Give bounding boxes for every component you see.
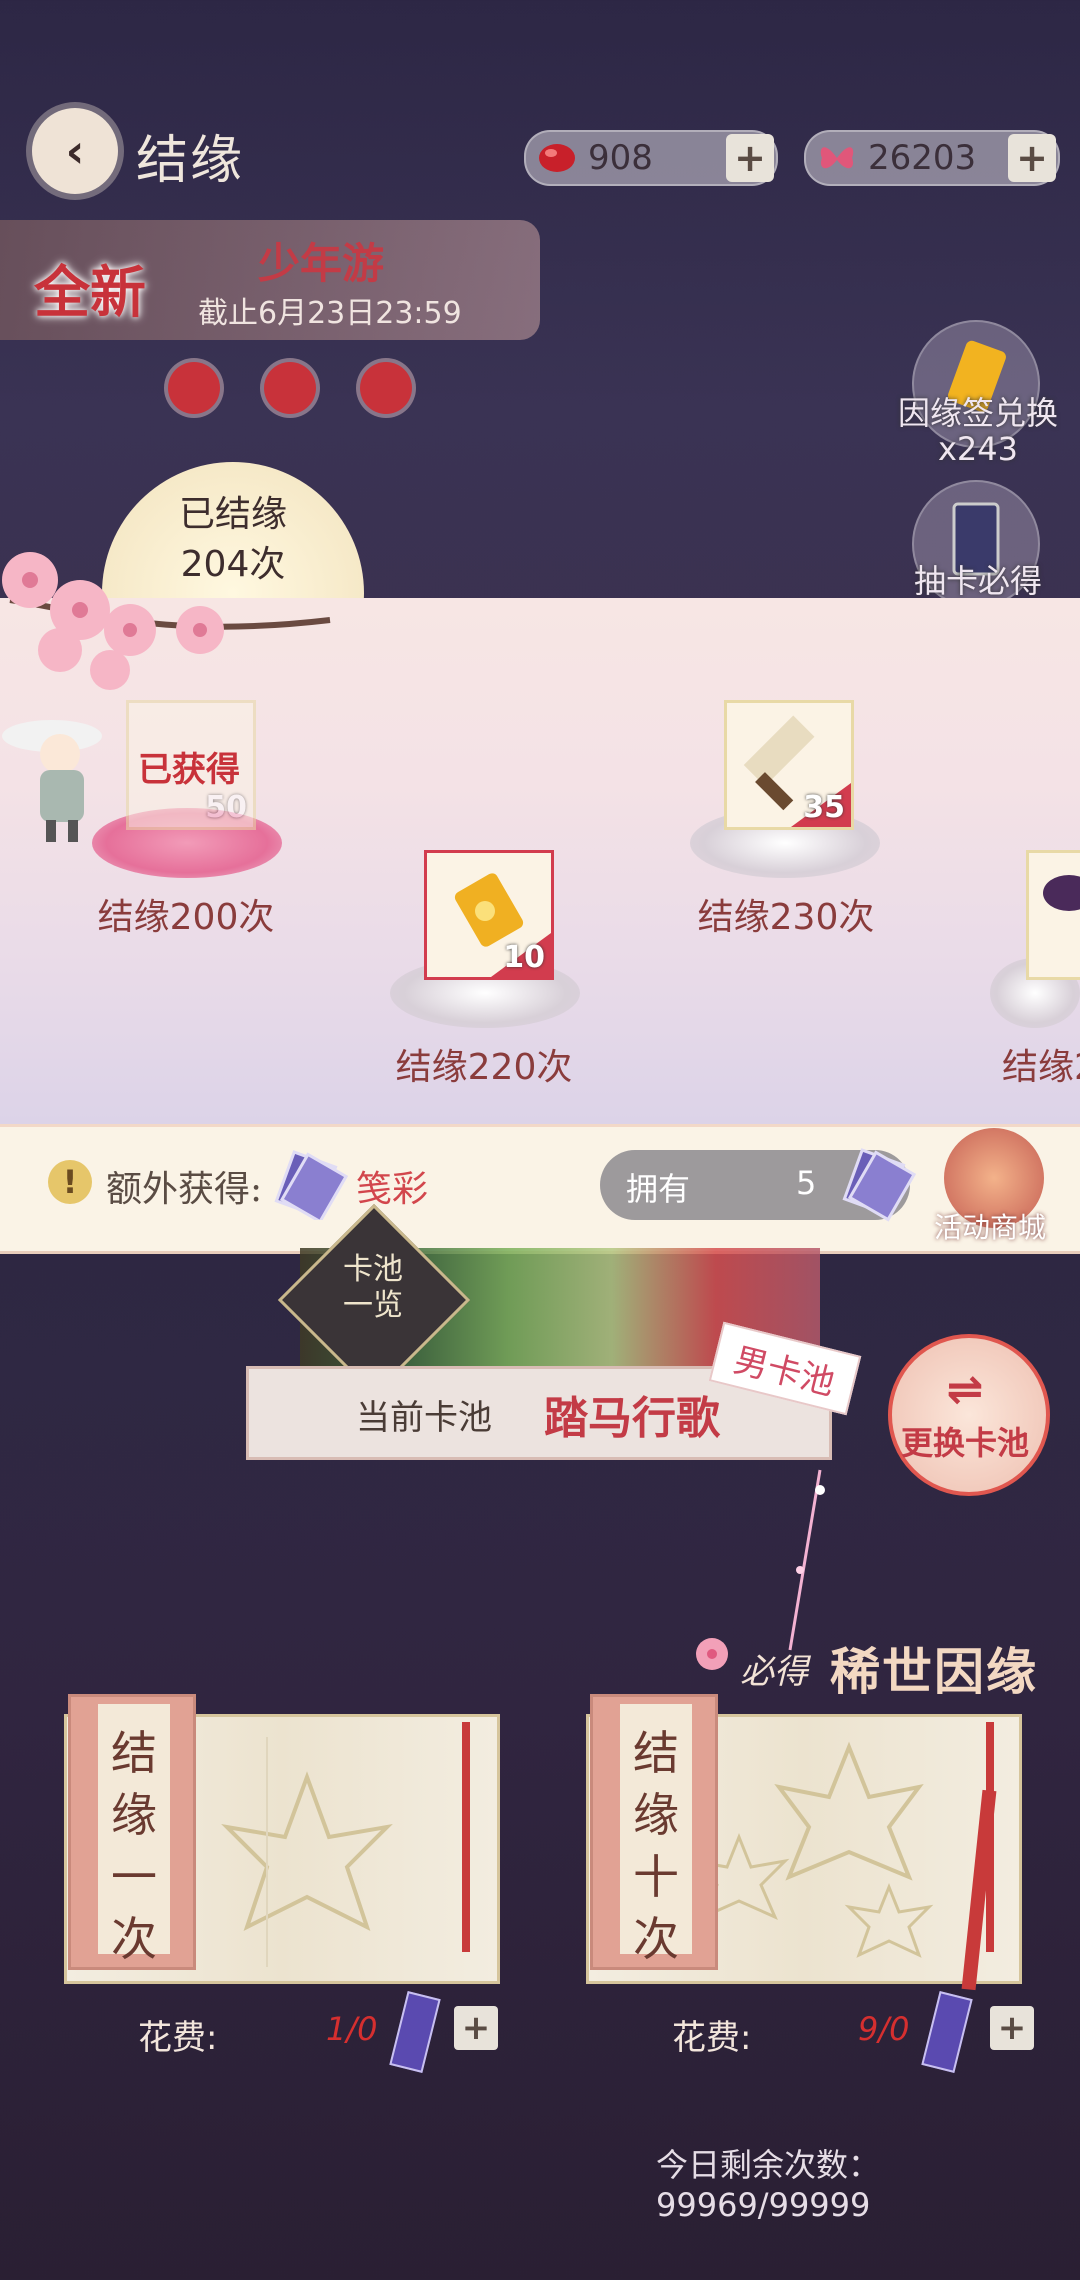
draw-ten-cost: 9/0 bbox=[858, 2010, 910, 2048]
guarantee-prefix: 必得 bbox=[740, 1652, 808, 1692]
extra-item-name: 笺彩 bbox=[356, 1169, 429, 1210]
back-button[interactable]: ‹ bbox=[32, 108, 118, 194]
reward-count: 50 bbox=[205, 790, 247, 825]
flower-indicator-2 bbox=[264, 362, 316, 414]
bookmark-ribbon bbox=[462, 1722, 470, 1952]
switch-pool-button[interactable] bbox=[888, 1334, 1050, 1496]
ticket-icon bbox=[389, 1991, 441, 2073]
flower-indicator-1 bbox=[168, 362, 220, 414]
event-name: 少年游 bbox=[258, 239, 385, 288]
draw-once-char: 结 bbox=[111, 1726, 157, 1780]
reward-item[interactable]: 10 bbox=[424, 850, 554, 980]
paper-bundle-icon bbox=[274, 1150, 348, 1220]
butterfly-icon bbox=[820, 147, 854, 169]
obtained-badge: 已获得 bbox=[138, 750, 240, 790]
guarantee-label: 抽卡必得 bbox=[913, 562, 1042, 600]
event-shop-label: 活动商城 bbox=[934, 1211, 1047, 1244]
daily-remaining: 今日剩余次数：99969/99999 bbox=[656, 2146, 881, 2224]
exchange-count: x243 bbox=[937, 430, 1018, 468]
milestone-label: 结缘2 bbox=[1002, 1047, 1080, 1088]
draw-ten-title: 结 缘 十 次 bbox=[626, 1722, 686, 1970]
current-pool-label: 当前卡池 bbox=[356, 1398, 492, 1438]
sakura-icon bbox=[696, 1638, 728, 1670]
add-ticket-button[interactable]: + bbox=[990, 2006, 1034, 2050]
reward-item[interactable] bbox=[1026, 850, 1080, 980]
switch-pool-label: 更换卡池 bbox=[900, 1424, 1029, 1462]
flower-indicator-3 bbox=[360, 362, 412, 414]
paper-bundle-icon bbox=[842, 1148, 916, 1222]
jade-currency: 908 + bbox=[524, 130, 778, 186]
event-deadline: 截止6月23日23:59 bbox=[198, 296, 462, 331]
draw-once-cost-label: 花费: bbox=[138, 2018, 218, 2058]
jade-amount: 908 bbox=[588, 138, 653, 178]
cherry-blossom-branch bbox=[2, 552, 331, 690]
milestone-label: 结缘220次 bbox=[395, 1047, 573, 1088]
hat-icon bbox=[1043, 875, 1080, 911]
reward-count: 35 bbox=[803, 790, 845, 825]
pool-list-label-1: 卡池 bbox=[343, 1252, 403, 1287]
draw-once-char: 次 bbox=[111, 1912, 157, 1966]
add-ticket-button[interactable]: + bbox=[454, 2006, 498, 2050]
swap-arrows-icon: ⇌ bbox=[946, 1364, 984, 1415]
page-title: 结缘 bbox=[136, 131, 245, 191]
draw-once-cost: 1/0 bbox=[326, 2010, 378, 2048]
draw-ten-char: 十 bbox=[633, 1850, 679, 1904]
draw-ten-cost-label: 花费: bbox=[672, 2018, 752, 2058]
butterfly-currency: 26203 + bbox=[804, 130, 1060, 186]
add-jade-button[interactable]: + bbox=[726, 134, 774, 182]
draw-once-char: 缘 bbox=[111, 1788, 157, 1842]
reward-item[interactable]: 35 bbox=[724, 700, 854, 830]
add-butterfly-button[interactable]: + bbox=[1008, 134, 1056, 182]
pool-list-label: 卡池 一览 bbox=[318, 1252, 428, 1324]
info-icon[interactable]: ! bbox=[48, 1160, 92, 1204]
pool-list-label-2: 一览 bbox=[343, 1288, 403, 1323]
draw-once-char: 一 bbox=[111, 1850, 157, 1904]
back-arrow-icon: ‹ bbox=[65, 124, 85, 178]
guarantee-rare: 稀世因缘 bbox=[830, 1642, 1038, 1701]
draw-ten-char: 结 bbox=[633, 1726, 679, 1780]
sparkle-trail bbox=[788, 1469, 825, 1651]
extra-label: 额外获得: bbox=[106, 1169, 263, 1210]
jade-icon bbox=[539, 144, 575, 172]
butterfly-amount: 26203 bbox=[868, 138, 977, 178]
ticket-icon bbox=[921, 1991, 973, 2073]
owned-value: 5 bbox=[796, 1164, 817, 1202]
current-pool-name: 踏马行歌 bbox=[544, 1393, 720, 1444]
chibi-character bbox=[2, 720, 102, 842]
new-badge: 全新 bbox=[34, 260, 146, 326]
draw-once-title: 结 缘 一 次 bbox=[104, 1722, 164, 1970]
reward-count: 10 bbox=[503, 940, 545, 975]
milestone-label: 结缘200次 bbox=[97, 897, 275, 938]
draw-ten-char: 次 bbox=[633, 1912, 679, 1966]
owned-label: 拥有 bbox=[626, 1170, 691, 1208]
exchange-label: 因缘签兑换 bbox=[897, 394, 1058, 432]
milestone-label: 结缘230次 bbox=[697, 897, 875, 938]
draw-ten-char: 缘 bbox=[633, 1788, 679, 1842]
